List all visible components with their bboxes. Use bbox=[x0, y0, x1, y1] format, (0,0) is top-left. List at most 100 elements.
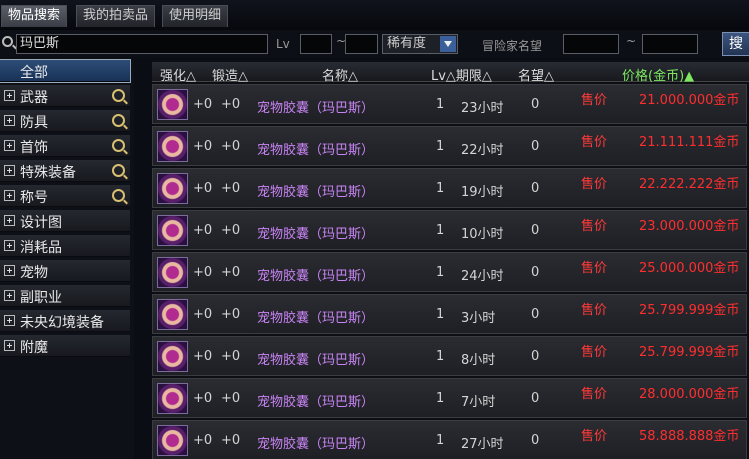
pet-capsule-icon[interactable] bbox=[157, 299, 188, 330]
sidebar-item-armor[interactable]: 防具 bbox=[0, 110, 130, 132]
expand-icon[interactable] bbox=[4, 90, 15, 101]
sidebar-item-label: 副职业 bbox=[20, 290, 62, 306]
sidebar-item-label: 武器 bbox=[20, 90, 48, 106]
sidebar-item-label: 称号 bbox=[20, 190, 48, 206]
sidebar-item-pet[interactable]: 宠物 bbox=[0, 260, 130, 282]
enhance-value: +0 bbox=[193, 223, 213, 238]
adventurer-fame-label: 冒险家名望 bbox=[482, 39, 543, 53]
fame-value: 0 bbox=[531, 433, 540, 448]
lv-label: Lv bbox=[276, 37, 290, 51]
column-lv-period[interactable]: Lv△期限△ bbox=[431, 65, 492, 84]
table-row[interactable]: +0 +0 宠物胶囊（玛巴斯） 1 24小时 0 售价 25.000.000金币 bbox=[152, 252, 747, 292]
fame-min-input[interactable] bbox=[563, 34, 619, 54]
table-row[interactable]: +0 +0 宠物胶囊（玛巴斯） 1 27小时 0 售价 58.888.888金币 bbox=[152, 420, 747, 459]
sidebar-item-special-equipment[interactable]: 特殊装备 bbox=[0, 160, 130, 182]
search-input[interactable]: 玛巴斯 bbox=[16, 34, 268, 54]
level-value: 1 bbox=[436, 265, 445, 280]
table-row[interactable]: +0 +0 宠物胶囊（玛巴斯） 1 7小时 0 售价 28.000.000金币 bbox=[152, 378, 747, 418]
price-value: 25.000.000金币 bbox=[639, 261, 740, 276]
enhance-value: +0 bbox=[193, 265, 213, 280]
tab-item-search[interactable]: 物品搜索 bbox=[1, 5, 68, 27]
pet-capsule-icon[interactable] bbox=[157, 215, 188, 246]
pet-capsule-icon[interactable] bbox=[157, 173, 188, 204]
sidebar-item-label: 宠物 bbox=[20, 265, 48, 281]
pet-capsule-icon[interactable] bbox=[157, 257, 188, 288]
expand-icon[interactable] bbox=[4, 165, 15, 176]
search-bar: 玛巴斯 Lv ~ 稀有度 冒险家名望 ~ 搜 bbox=[0, 30, 749, 58]
sidebar-item-all[interactable]: 全部 bbox=[0, 59, 131, 83]
chevron-down-icon[interactable] bbox=[440, 36, 456, 52]
column-fame[interactable]: 名望△ bbox=[518, 65, 554, 84]
column-enhance[interactable]: 强化△ bbox=[160, 65, 196, 84]
period-value: 19小时 bbox=[461, 185, 504, 200]
zoom-in-icon[interactable] bbox=[112, 114, 125, 127]
magnifier-icon bbox=[2, 36, 13, 47]
price-value: 22.222.222金币 bbox=[639, 177, 740, 192]
sidebar-item-enchant[interactable]: 附魔 bbox=[0, 335, 130, 357]
level-value: 1 bbox=[436, 307, 445, 322]
zoom-in-icon[interactable] bbox=[112, 139, 125, 152]
expand-icon[interactable] bbox=[4, 290, 15, 301]
lv-max-input[interactable] bbox=[345, 34, 378, 54]
sidebar-item-weiyang-equipment[interactable]: 未央幻境装备 bbox=[0, 310, 130, 332]
level-value: 1 bbox=[436, 139, 445, 154]
expand-icon[interactable] bbox=[4, 240, 15, 251]
rarity-label: 稀有度 bbox=[387, 36, 427, 51]
column-price[interactable]: 价格(金币)▲ bbox=[622, 65, 694, 84]
table-row[interactable]: +0 +0 宠物胶囊（玛巴斯） 1 19小时 0 售价 22.222.222金币 bbox=[152, 168, 747, 208]
sidebar-item-accessory[interactable]: 首饰 bbox=[0, 135, 130, 157]
search-button[interactable]: 搜 bbox=[722, 32, 749, 56]
expand-icon[interactable] bbox=[4, 215, 15, 226]
table-header: 强化△ 锻造△ 名称△ Lv△期限△ 名望△ 价格(金币)▲ bbox=[152, 62, 749, 84]
period-value: 10小时 bbox=[461, 227, 504, 242]
sell-label: 售价 bbox=[581, 345, 608, 360]
table-row[interactable]: +0 +0 宠物胶囊（玛巴斯） 1 23小时 0 售价 21.000.000金币 bbox=[152, 84, 747, 124]
table-row[interactable]: +0 +0 宠物胶囊（玛巴斯） 1 3小时 0 售价 25.799.999金币 bbox=[152, 294, 747, 334]
forge-value: +0 bbox=[221, 433, 241, 448]
zoom-in-icon[interactable] bbox=[112, 164, 125, 177]
forge-value: +0 bbox=[221, 307, 241, 322]
price-value: 21.111.111金币 bbox=[639, 135, 740, 150]
table-row[interactable]: +0 +0 宠物胶囊（玛巴斯） 1 8小时 0 售价 25.799.999金币 bbox=[152, 336, 747, 376]
expand-icon[interactable] bbox=[4, 340, 15, 351]
tab-usage-details[interactable]: 使用明细 bbox=[162, 5, 229, 27]
pet-capsule-icon[interactable] bbox=[157, 131, 188, 162]
item-name: 宠物胶囊（玛巴斯） bbox=[257, 101, 375, 116]
enhance-value: +0 bbox=[193, 391, 213, 406]
enhance-value: +0 bbox=[193, 97, 213, 112]
item-name: 宠物胶囊（玛巴斯） bbox=[257, 311, 375, 326]
zoom-in-icon[interactable] bbox=[112, 189, 125, 202]
table-row[interactable]: +0 +0 宠物胶囊（玛巴斯） 1 22小时 0 售价 21.111.111金币 bbox=[152, 126, 747, 166]
column-name[interactable]: 名称△ bbox=[322, 65, 358, 84]
zoom-in-icon[interactable] bbox=[112, 89, 125, 102]
fame-max-input[interactable] bbox=[642, 34, 698, 54]
pet-capsule-icon[interactable] bbox=[157, 341, 188, 372]
pet-capsule-icon[interactable] bbox=[157, 89, 188, 120]
enhance-value: +0 bbox=[193, 307, 213, 322]
sell-label: 售价 bbox=[581, 429, 608, 444]
sidebar-item-subprofession[interactable]: 副职业 bbox=[0, 285, 130, 307]
price-value: 25.799.999金币 bbox=[639, 345, 740, 360]
lv-min-input[interactable] bbox=[300, 34, 332, 54]
period-value: 24小时 bbox=[461, 269, 504, 284]
sidebar-item-consumable[interactable]: 消耗品 bbox=[0, 235, 130, 257]
table-row[interactable]: +0 +0 宠物胶囊（玛巴斯） 1 10小时 0 售价 23.000.000金币 bbox=[152, 210, 747, 250]
sidebar-item-weapon[interactable]: 武器 bbox=[0, 85, 130, 107]
expand-icon[interactable] bbox=[4, 190, 15, 201]
rarity-select[interactable]: 稀有度 bbox=[382, 34, 458, 54]
pet-capsule-icon[interactable] bbox=[157, 425, 188, 456]
expand-icon[interactable] bbox=[4, 315, 15, 326]
sidebar-item-title[interactable]: 称号 bbox=[0, 185, 130, 207]
sidebar-item-label: 全部 bbox=[20, 65, 48, 81]
expand-icon[interactable] bbox=[4, 140, 15, 151]
sidebar-item-blueprint[interactable]: 设计图 bbox=[0, 210, 130, 232]
fame-value: 0 bbox=[531, 223, 540, 238]
pet-capsule-icon[interactable] bbox=[157, 383, 188, 414]
tab-bar: 物品搜索 我的拍卖品 使用明细 bbox=[0, 0, 749, 30]
sell-label: 售价 bbox=[581, 177, 608, 192]
expand-icon[interactable] bbox=[4, 115, 15, 126]
expand-icon[interactable] bbox=[4, 265, 15, 276]
sell-label: 售价 bbox=[581, 261, 608, 276]
tab-my-auctions[interactable]: 我的拍卖品 bbox=[76, 5, 156, 27]
column-forge[interactable]: 锻造△ bbox=[212, 65, 248, 84]
